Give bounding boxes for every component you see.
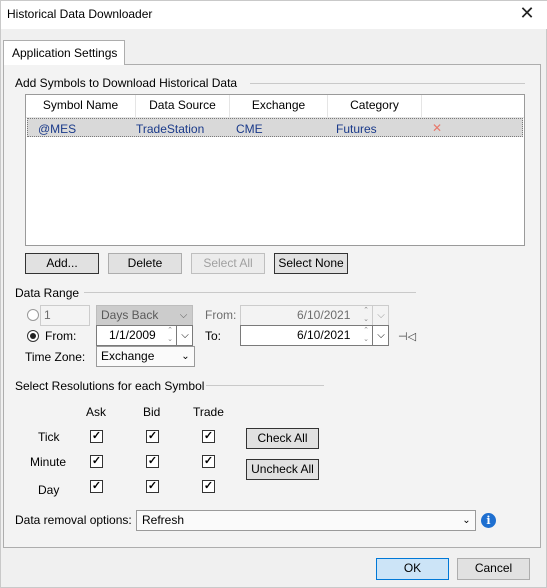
data-removal-label: Data removal options: [15,513,132,527]
days-back-unit-select[interactable]: Days Back ⌵ [96,305,193,326]
column-header-category[interactable]: Category [328,95,422,117]
data-range-label: Data Range [15,286,84,300]
group-divider [206,385,324,386]
column-label-bid: Bid [143,405,161,419]
chevron-down-icon[interactable]: ⌵ [176,326,193,345]
data-removal-value: Refresh [142,513,185,527]
symbols-group-label: Add Symbols to Download Historical Data [15,76,242,90]
days-back-radio[interactable] [27,309,39,321]
select-none-button[interactable]: Select None [274,253,348,274]
row-label-day: Day [38,483,60,497]
column-label-ask: Ask [86,405,107,419]
day-trade-checkbox[interactable]: ✓ [202,480,215,493]
pin-icon[interactable]: ⊣◁ [398,330,416,343]
ok-button[interactable]: OK [376,558,449,580]
delete-row-icon[interactable]: ✕ [432,121,442,135]
chevron-down-icon[interactable]: ⌵ [372,326,389,345]
row-label-minute: Minute [30,455,67,469]
close-icon[interactable]: ✕ [516,3,538,25]
check-all-button[interactable]: Check All [246,428,319,449]
from-radio[interactable] [27,330,39,342]
tab-application-settings[interactable]: Application Settings [3,40,125,65]
info-icon[interactable]: i [481,513,496,528]
cell-category: Futures [336,122,377,136]
delete-button[interactable]: Delete [108,253,182,274]
spin-up-icon[interactable]: ⌃ [165,327,175,335]
chevron-down-icon[interactable]: ⌵ [372,306,389,325]
to-label: To: [205,329,222,343]
column-header-exchange[interactable]: Exchange [230,95,328,117]
chevron-down-icon: ⌵ [179,310,188,321]
day-bid-checkbox[interactable]: ✓ [146,480,159,493]
tick-bid-checkbox[interactable]: ✓ [146,430,159,443]
cell-source: TradeStation [136,122,205,136]
spin-up-icon[interactable]: ⌃ [361,307,371,315]
tick-trade-checkbox[interactable]: ✓ [202,430,215,443]
days-back-unit-value: Days Back [101,308,159,322]
resolutions-group-label: Select Resolutions for each Symbol [15,379,209,393]
from-radio-label: From: [45,329,77,343]
tick-ask-checkbox[interactable]: ✓ [90,430,103,443]
spin-up-icon[interactable]: ⌃ [361,327,371,335]
to-value: 6/10/2021 [297,328,351,342]
cell-symbol: @MES [38,122,77,136]
from-top-value: 6/10/2021 [297,308,351,322]
from-date-picker[interactable]: 1/1/2009 ⌃ ⌄ ⌵ [96,325,193,346]
group-divider [250,83,525,84]
day-ask-checkbox[interactable]: ✓ [90,480,103,493]
spin-down-icon[interactable]: ⌄ [361,316,371,324]
cancel-button[interactable]: Cancel [457,558,530,580]
data-removal-select[interactable]: Refresh ⌄ [136,510,476,531]
from-top-label: From: [205,308,237,322]
column-header-symbol[interactable]: Symbol Name [26,95,136,117]
column-label-trade: Trade [193,405,224,419]
group-divider [84,292,416,293]
spin-down-icon[interactable]: ⌄ [165,336,175,344]
window-title: Historical Data Downloader [7,7,153,21]
table-row[interactable]: @MES TradeStation CME Futures ✕ [27,118,523,137]
symbols-grid[interactable]: Symbol Name Data Source Exchange Categor… [25,94,525,246]
chevron-down-icon: ⌄ [181,351,190,362]
days-back-input[interactable]: 1 [40,305,90,326]
column-header-source[interactable]: Data Source [136,95,230,117]
from-date-top-picker[interactable]: 6/10/2021 ⌃ ⌄ ⌵ [240,305,389,326]
row-label-tick: Tick [38,430,60,444]
spin-down-icon[interactable]: ⌄ [361,336,371,344]
minute-trade-checkbox[interactable]: ✓ [202,455,215,468]
timezone-label: Time Zone: [25,350,86,364]
timezone-select[interactable]: Exchange ⌄ [96,346,195,367]
chevron-down-icon: ⌄ [462,515,471,526]
cell-exchange: CME [236,122,263,136]
add-button[interactable]: Add... [25,253,99,274]
timezone-value: Exchange [101,349,155,363]
to-date-picker[interactable]: 6/10/2021 ⌃ ⌄ ⌵ [240,325,389,346]
title-bar: Historical Data Downloader ✕ [1,1,547,29]
minute-ask-checkbox[interactable]: ✓ [90,455,103,468]
tab-label: Application Settings [12,46,118,60]
uncheck-all-button[interactable]: Uncheck All [246,459,319,480]
days-back-value: 1 [44,308,51,322]
minute-bid-checkbox[interactable]: ✓ [146,455,159,468]
from-value: 1/1/2009 [109,328,156,342]
select-all-button[interactable]: Select All [191,253,265,274]
